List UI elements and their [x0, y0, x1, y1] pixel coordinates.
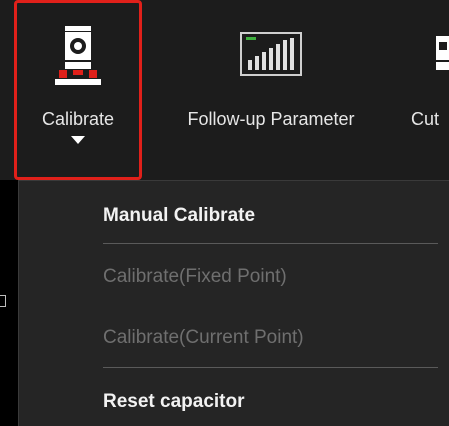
menu-separator [103, 367, 438, 368]
menu-item-label: Calibrate(Current Point) [103, 327, 304, 348]
menu-item-label: Manual Calibrate [103, 205, 256, 226]
calibrate-dropdown-menu: Manual Calibrate Calibrate(Fixed Point) … [18, 180, 449, 426]
app-window: Calibrate Follow-up Parameter Cut Manual… [0, 0, 449, 426]
bar-chart-icon [240, 0, 302, 108]
menu-item-manual-calibrate[interactable]: Manual Calibrate [19, 195, 449, 237]
chevron-down-icon[interactable] [71, 136, 85, 144]
menu-item-label: Reset capacitor [103, 391, 245, 412]
cut-label: Cut [411, 109, 440, 129]
menu-item-reset-capacitor[interactable]: Reset capacitor [19, 381, 449, 423]
calibrate-icon [53, 3, 103, 108]
ribbon-toolbar: Calibrate Follow-up Parameter Cut [0, 0, 449, 180]
follow-up-parameter-button[interactable]: Follow-up Parameter [146, 0, 396, 180]
follow-up-parameter-label: Follow-up Parameter [187, 109, 355, 129]
menu-item-calibrate-fixed-point: Calibrate(Fixed Point) [19, 256, 449, 298]
cut-button[interactable]: Cut [402, 0, 449, 180]
cut-tool-icon [402, 0, 449, 108]
calibrate-label: Calibrate [41, 109, 115, 129]
menu-separator [103, 243, 438, 244]
menu-item-calibrate-current-point: Calibrate(Current Point) [19, 317, 449, 359]
menu-item-label: Calibrate(Fixed Point) [103, 266, 287, 287]
calibrate-button[interactable]: Calibrate [14, 0, 142, 180]
panel-edge-bracket [0, 295, 6, 307]
